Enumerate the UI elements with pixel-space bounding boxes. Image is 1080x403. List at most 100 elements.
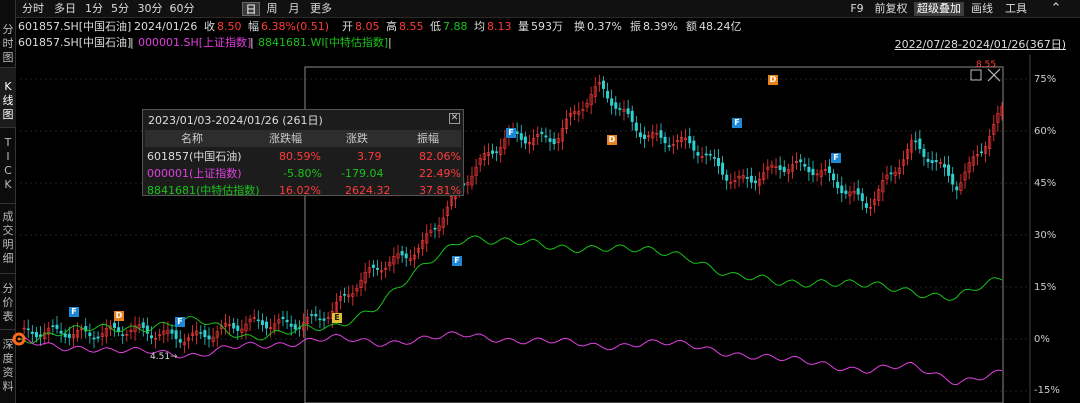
candle-body	[799, 159, 803, 163]
candle-body	[548, 138, 552, 142]
popup-row[interactable]: 601857(中国石油) 80.59% 3.79 82.06%	[145, 148, 461, 165]
candle-body	[708, 153, 712, 156]
candle-body	[864, 203, 868, 208]
candle-body	[601, 80, 605, 89]
candle-body	[922, 148, 926, 157]
selection-close-icon[interactable]	[987, 68, 1001, 82]
candle-body	[696, 152, 700, 156]
price-high-annotation: 8.55	[976, 60, 997, 70]
candle-body	[889, 172, 893, 175]
popup-title: 2023/01/03-2024/01/26 (261日)	[148, 114, 323, 127]
candle-body	[34, 332, 38, 338]
candle-body	[552, 138, 556, 145]
candle-body	[203, 330, 207, 338]
close-icon[interactable]: ✕	[449, 113, 460, 124]
candle-body	[942, 164, 946, 168]
candle-body	[782, 166, 786, 172]
event-d-icon[interactable]: D	[768, 75, 778, 85]
candle-body	[371, 264, 375, 268]
candle-body	[256, 319, 260, 322]
candle-body	[712, 157, 716, 159]
candle-body	[141, 322, 145, 328]
candle-body	[955, 186, 959, 191]
event-f-icon[interactable]: F	[452, 256, 462, 266]
candle-body	[400, 251, 404, 256]
candle-body	[232, 323, 236, 329]
candle-body	[606, 90, 610, 99]
candle-body	[692, 140, 696, 151]
candle-body	[934, 160, 938, 163]
y-axis-label: 15%	[1034, 282, 1057, 293]
y-axis-label: -15%	[1034, 385, 1060, 396]
y-axis-label: 60%	[1034, 126, 1057, 137]
candle-body	[145, 325, 149, 334]
candle-body	[113, 322, 117, 328]
candle-body	[725, 174, 729, 181]
candle-body	[322, 318, 326, 321]
overlay-chart	[12, 55, 1031, 403]
price-low-annotation: 4.51	[150, 352, 171, 362]
candle-body	[844, 190, 848, 194]
candle-body	[285, 319, 289, 323]
candle-body	[832, 173, 836, 181]
event-f-icon[interactable]: F	[506, 128, 516, 138]
popup-row[interactable]: 8841681(中特估指数) 16.02% 2624.32 37.81%	[145, 182, 461, 199]
candle-body	[281, 316, 285, 320]
candle-body	[918, 138, 922, 150]
popup-header-row: 名称 涨跌幅 涨跌 振幅	[145, 130, 461, 147]
candle-body	[178, 339, 182, 343]
candle-body	[117, 327, 121, 333]
candle-body	[343, 294, 347, 296]
candle-body	[199, 332, 203, 334]
candle-body	[840, 185, 844, 194]
y-axis-label: 0%	[1034, 334, 1050, 345]
candle-body	[26, 328, 30, 331]
candle-body	[753, 180, 757, 184]
candle-body	[618, 108, 622, 110]
candle-body	[610, 98, 614, 106]
candle-body	[721, 162, 725, 175]
candle-body	[930, 160, 934, 164]
series-line-zhongte	[19, 235, 1003, 344]
candle-body	[170, 329, 174, 334]
candle-body	[716, 158, 720, 167]
candle-body	[856, 188, 860, 195]
candle-body	[51, 325, 55, 327]
candle-body	[236, 325, 240, 331]
candle-body	[293, 324, 297, 330]
candle-body	[67, 333, 71, 338]
candle-body	[667, 145, 671, 148]
candle-body	[704, 153, 708, 156]
event-f-icon[interactable]: F	[831, 153, 841, 163]
candle-body	[638, 132, 642, 138]
event-d-icon[interactable]: D	[114, 311, 124, 321]
candle-body	[630, 110, 634, 122]
candle-body	[404, 253, 408, 259]
candle-body	[174, 330, 178, 339]
candle-body	[63, 333, 67, 338]
candle-body	[260, 320, 264, 326]
candle-body	[778, 165, 782, 170]
candle-body	[827, 166, 831, 173]
candle-body	[121, 334, 125, 336]
event-d-icon[interactable]: D	[607, 135, 617, 145]
candle-body	[314, 314, 318, 317]
candle-body	[688, 136, 692, 144]
event-e-icon[interactable]: E	[332, 313, 342, 323]
event-f-icon[interactable]: F	[69, 307, 79, 317]
event-f-icon[interactable]: F	[175, 317, 185, 327]
candle-body	[926, 158, 930, 162]
candle-body	[523, 136, 527, 144]
candle-body	[433, 227, 437, 230]
candle-body	[860, 193, 864, 202]
start-marker-icon[interactable]	[12, 332, 26, 346]
arrow-right-icon: →	[170, 352, 178, 362]
candle-body	[659, 130, 663, 138]
candle-body	[375, 267, 379, 270]
candle-body	[947, 164, 951, 176]
candle-body	[745, 177, 749, 179]
candle-body	[265, 321, 269, 329]
popup-row[interactable]: 000001(上证指数) -5.80% -179.04 22.49%	[145, 165, 461, 182]
candle-body	[544, 135, 548, 138]
event-f-icon[interactable]: F	[732, 118, 742, 128]
